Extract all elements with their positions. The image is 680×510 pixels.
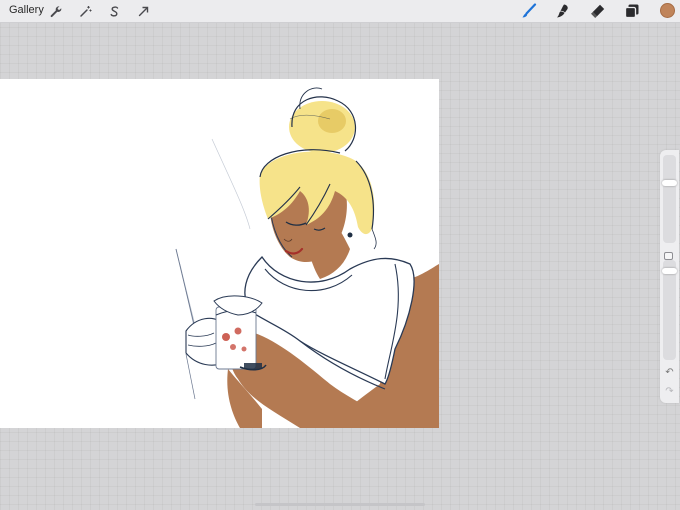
undo-icon[interactable]: ↶ <box>663 367 676 379</box>
brush-icon[interactable] <box>521 3 537 19</box>
brush-size-slider[interactable] <box>662 155 677 243</box>
cup <box>215 306 257 370</box>
top-toolbar: Gallery <box>0 0 680 23</box>
smudge-icon[interactable] <box>555 3 571 19</box>
selection-icon[interactable] <box>106 3 122 19</box>
home-indicator <box>255 503 425 506</box>
redo-icon[interactable]: ↷ <box>663 386 676 398</box>
layers-icon[interactable] <box>624 3 640 19</box>
opacity-slider[interactable] <box>662 260 677 360</box>
wrench-icon[interactable] <box>47 3 63 19</box>
color-picker-button[interactable] <box>660 3 675 18</box>
eraser-icon[interactable] <box>590 3 606 19</box>
brush-size-thumb[interactable] <box>662 180 677 186</box>
drawing-canvas[interactable] <box>0 79 439 428</box>
modify-button[interactable] <box>664 252 673 260</box>
opacity-thumb[interactable] <box>662 268 677 274</box>
brush-sidebar: ↶ ↷ <box>660 150 679 403</box>
hair-bun <box>289 87 357 153</box>
sketch-illustration <box>175 87 439 428</box>
gallery-button[interactable]: Gallery <box>9 4 44 16</box>
magic-wand-icon[interactable] <box>77 3 93 19</box>
transform-arrow-icon[interactable] <box>135 3 151 19</box>
